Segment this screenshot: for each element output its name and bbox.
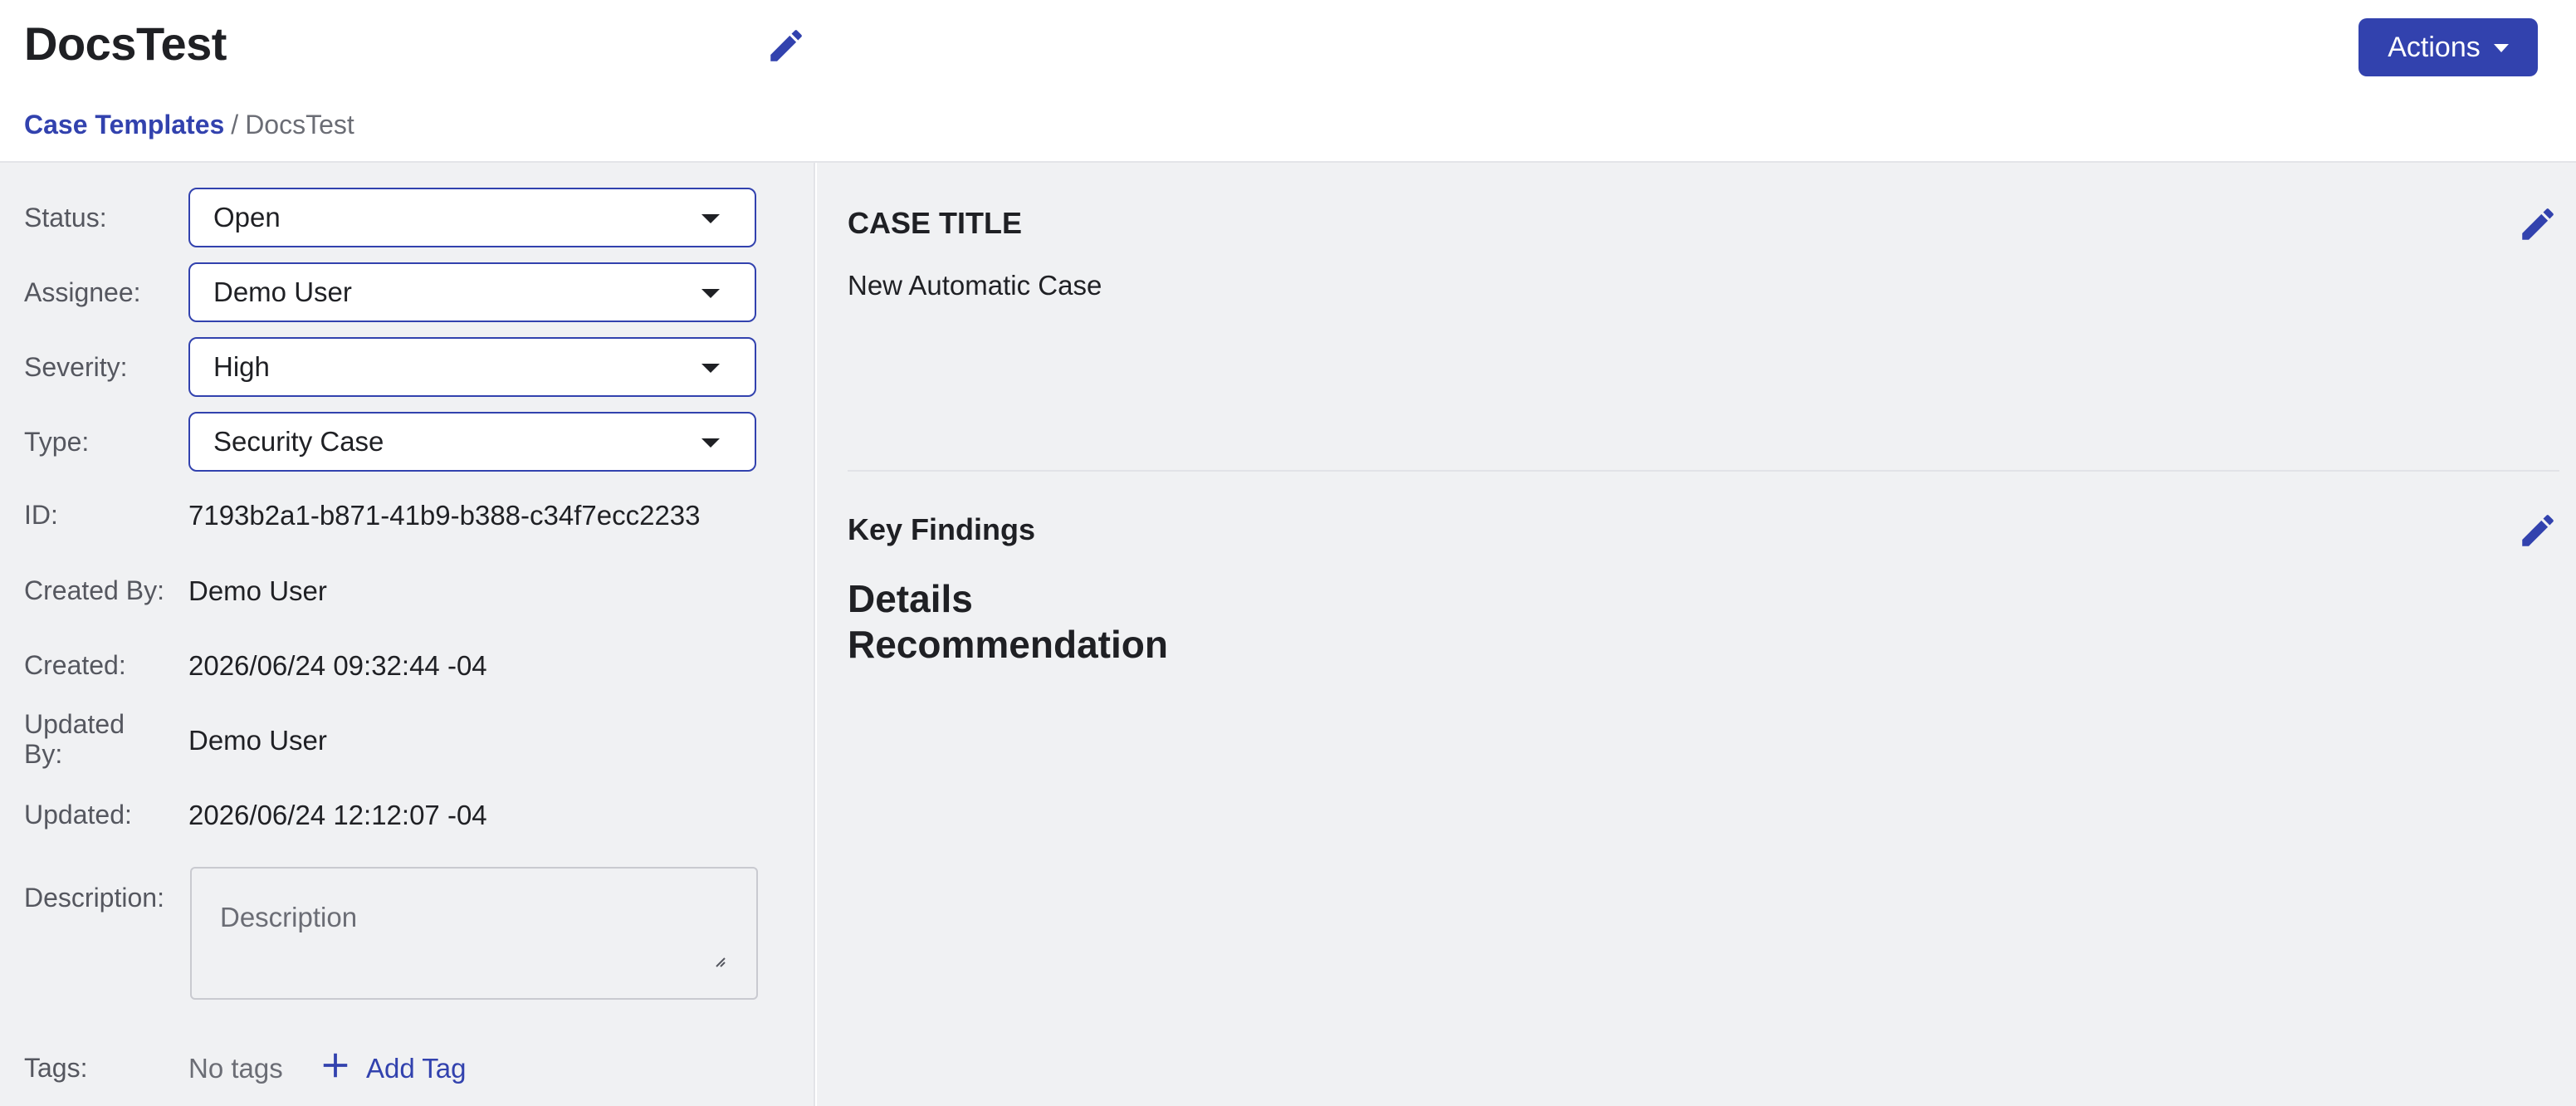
- breadcrumb-link-case-templates[interactable]: Case Templates: [24, 110, 224, 139]
- key-findings-heading: Key Findings: [848, 512, 1036, 546]
- breadcrumb-current: DocsTest: [245, 110, 354, 139]
- updated-label: Updated:: [24, 800, 132, 830]
- breadcrumb: Case Templates / DocsTest: [24, 110, 354, 140]
- status-label: Status:: [24, 203, 107, 232]
- updated-by-label-line1: Updated: [24, 709, 125, 739]
- actions-button[interactable]: Actions: [2358, 18, 2538, 76]
- edit-title-icon[interactable]: [765, 25, 807, 66]
- page-header: DocsTest Actions Case Templates / DocsTest: [0, 0, 2576, 163]
- edit-case-title-icon[interactable]: [2517, 203, 2559, 245]
- page-title: DocsTest: [24, 17, 227, 70]
- section-divider: [848, 470, 2559, 472]
- updated-by-label-line2: By:: [24, 739, 63, 769]
- updated-value: 2026/06/24 12:12:07 -04: [188, 800, 487, 830]
- case-title-value: New Automatic Case: [848, 270, 1102, 301]
- actions-button-label: Actions: [2388, 31, 2481, 63]
- severity-value: High: [213, 351, 270, 382]
- assignee-select[interactable]: Demo User: [188, 262, 756, 322]
- status-select[interactable]: Open: [188, 188, 756, 247]
- caret-down-icon: [701, 214, 720, 223]
- type-label: Type:: [24, 427, 90, 457]
- caret-down-icon: [701, 289, 720, 298]
- description-label: Description:: [24, 883, 164, 913]
- no-tags-text: No tags: [188, 1053, 283, 1084]
- assignee-value: Demo User: [213, 276, 352, 307]
- resize-handle-icon[interactable]: [711, 953, 726, 968]
- assignee-label: Assignee:: [24, 277, 141, 307]
- status-value: Open: [213, 202, 281, 232]
- caret-down-icon: [701, 364, 720, 373]
- add-tag-button[interactable]: Add Tag: [320, 1050, 467, 1088]
- case-title-heading: CASE TITLE: [848, 206, 1023, 240]
- plus-icon: [320, 1050, 351, 1088]
- type-value: Security Case: [213, 426, 384, 457]
- created-label: Created:: [24, 650, 126, 680]
- key-findings-details: Details: [848, 577, 973, 620]
- breadcrumb-separator: /: [231, 110, 239, 139]
- edit-key-findings-icon[interactable]: [2517, 510, 2559, 551]
- type-select[interactable]: Security Case: [188, 412, 756, 472]
- caret-down-icon: [701, 438, 720, 448]
- tags-label: Tags:: [24, 1053, 88, 1083]
- caret-down-icon: [2493, 44, 2509, 52]
- created-by-label: Created By:: [24, 575, 164, 605]
- severity-label: Severity:: [24, 352, 128, 382]
- id-value: 7193b2a1-b871-41b9-b388-c34f7ecc2233: [188, 500, 701, 531]
- add-tag-label: Add Tag: [366, 1053, 467, 1084]
- id-label: ID:: [24, 500, 58, 530]
- key-findings-recommendation: Recommendation: [848, 623, 1168, 666]
- created-value: 2026/06/24 09:32:44 -04: [188, 650, 487, 681]
- description-field[interactable]: [190, 867, 758, 1000]
- severity-select[interactable]: High: [188, 337, 756, 397]
- updated-by-value: Demo User: [188, 725, 327, 756]
- created-by-value: Demo User: [188, 575, 327, 606]
